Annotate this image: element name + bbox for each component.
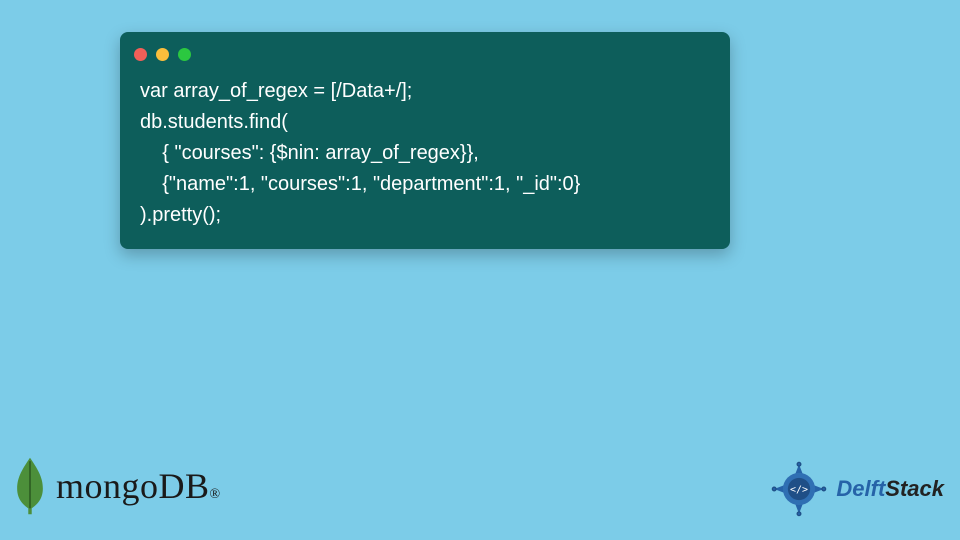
- close-icon: [134, 48, 147, 61]
- mongodb-wordmark: mongoDB®: [56, 465, 221, 507]
- code-line: {"name":1, "courses":1, "department":1, …: [140, 173, 580, 195]
- code-block: var array_of_regex = [/Data+/]; db.stude…: [120, 68, 730, 249]
- svg-text:</>: </>: [790, 485, 808, 496]
- code-line: { "courses": {$nin: array_of_regex}},: [140, 142, 479, 164]
- delftstack-logo: </> DelftStack: [768, 458, 944, 520]
- window-titlebar: [120, 32, 730, 68]
- delft-text-part2: Stack: [885, 476, 944, 501]
- code-line: var array_of_regex = [/Data+/];: [140, 80, 412, 102]
- leaf-icon: [12, 456, 48, 516]
- delft-text-part1: Delft: [836, 476, 885, 501]
- code-line: ).pretty();: [140, 204, 221, 226]
- code-line: db.students.find(: [140, 111, 288, 133]
- delftstack-wordmark: DelftStack: [836, 476, 944, 502]
- maximize-icon: [178, 48, 191, 61]
- minimize-icon: [156, 48, 169, 61]
- mongodb-label: mongoDB: [56, 466, 210, 506]
- code-window: var array_of_regex = [/Data+/]; db.stude…: [120, 32, 730, 249]
- mongodb-logo: mongoDB®: [12, 456, 221, 516]
- trademark-icon: ®: [210, 487, 221, 502]
- delftstack-emblem-icon: </>: [768, 458, 830, 520]
